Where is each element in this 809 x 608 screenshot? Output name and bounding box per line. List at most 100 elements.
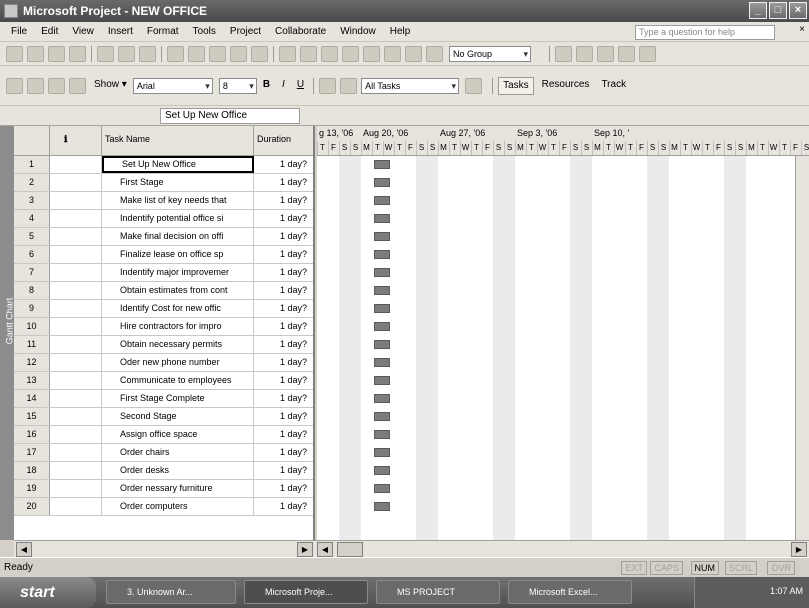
task-name-cell[interactable]: Identify Cost for new offic xyxy=(102,300,254,317)
bold-button[interactable]: B xyxy=(259,77,274,95)
row-id[interactable]: 9 xyxy=(14,300,50,317)
menu-view[interactable]: View xyxy=(72,26,94,37)
column-header-duration[interactable]: Duration xyxy=(254,126,313,156)
indent-icon[interactable] xyxy=(27,77,44,94)
undo-icon[interactable] xyxy=(251,45,268,62)
gantt-task-bar[interactable] xyxy=(374,178,390,187)
new-icon[interactable] xyxy=(6,45,23,62)
task-name-cell[interactable]: Make final decision on offi xyxy=(102,228,254,245)
zoom-out-icon[interactable] xyxy=(576,45,593,62)
task-name-cell[interactable]: First Stage Complete xyxy=(102,390,254,407)
gantt-task-bar[interactable] xyxy=(374,322,390,331)
taskbar-item-project[interactable]: Microsoft Proje... xyxy=(244,580,368,604)
scroll-right-icon[interactable]: ▶ xyxy=(297,542,313,557)
gantt-task-bar[interactable] xyxy=(374,430,390,439)
duration-cell[interactable]: 1 day? xyxy=(254,444,313,461)
underline-button[interactable]: U xyxy=(293,77,308,95)
indicator-column-icon[interactable]: ℹ xyxy=(50,126,102,156)
row-id[interactable]: 17 xyxy=(14,444,50,461)
table-row[interactable]: 15 Second Stage 1 day? xyxy=(14,408,313,426)
task-name-cell[interactable]: Assign office space xyxy=(102,426,254,443)
duration-cell[interactable]: 1 day? xyxy=(254,426,313,443)
paste-icon[interactable] xyxy=(209,45,226,62)
duration-cell[interactable]: 1 day? xyxy=(254,246,313,263)
row-id[interactable]: 19 xyxy=(14,480,50,497)
assign-resources-icon[interactable] xyxy=(405,45,422,62)
gantt-task-bar[interactable] xyxy=(374,448,390,457)
goto-task-icon[interactable] xyxy=(597,45,614,62)
notes-icon[interactable] xyxy=(384,45,401,62)
taskbar-item-unknown[interactable]: 3. Unknown Ar... xyxy=(106,580,236,604)
gantt-task-bar[interactable] xyxy=(374,394,390,403)
horizontal-scrollbar[interactable]: ◀ ▶ ◀ ▶ xyxy=(14,540,809,557)
row-id[interactable]: 4 xyxy=(14,210,50,227)
table-row[interactable]: 1 Set Up New Office 1 day? xyxy=(14,156,313,174)
cut-icon[interactable] xyxy=(167,45,184,62)
gantt-task-bar[interactable] xyxy=(374,232,390,241)
vertical-scrollbar[interactable] xyxy=(795,156,809,540)
row-id[interactable]: 20 xyxy=(14,498,50,515)
italic-button[interactable]: I xyxy=(278,77,289,95)
gantt-task-bar[interactable] xyxy=(374,376,390,385)
task-name-cell[interactable]: Communicate to employees xyxy=(102,372,254,389)
gantt-task-bar[interactable] xyxy=(374,358,390,367)
scroll-left-icon[interactable]: ◀ xyxy=(16,542,32,557)
search-icon[interactable] xyxy=(69,45,86,62)
task-name-cell[interactable]: Oder new phone number xyxy=(102,354,254,371)
row-id[interactable]: 16 xyxy=(14,426,50,443)
print-icon[interactable] xyxy=(97,45,114,62)
menu-project[interactable]: Project xyxy=(230,26,261,37)
table-row[interactable]: 10 Hire contractors for impro 1 day? xyxy=(14,318,313,336)
row-id[interactable]: 1 xyxy=(14,156,50,173)
gantt-task-bar[interactable] xyxy=(374,340,390,349)
track-button[interactable]: Track xyxy=(597,77,630,95)
print-preview-icon[interactable] xyxy=(118,45,135,62)
duration-cell[interactable]: 1 day? xyxy=(254,498,313,515)
table-row[interactable]: 9 Identify Cost for new offic 1 day? xyxy=(14,300,313,318)
table-row[interactable]: 5 Make final decision on offi 1 day? xyxy=(14,228,313,246)
hyperlink-icon[interactable] xyxy=(279,45,296,62)
filter-select[interactable]: All Tasks xyxy=(361,77,460,94)
row-id[interactable]: 15 xyxy=(14,408,50,425)
task-name-cell[interactable]: Obtain necessary permits xyxy=(102,336,254,353)
copy-icon[interactable] xyxy=(188,45,205,62)
link-tasks-icon[interactable] xyxy=(300,45,317,62)
menu-tools[interactable]: Tools xyxy=(193,26,216,37)
duration-cell[interactable]: 1 day? xyxy=(254,390,313,407)
publish-icon[interactable] xyxy=(426,45,443,62)
row-id[interactable]: 13 xyxy=(14,372,50,389)
duration-cell[interactable]: 1 day? xyxy=(254,228,313,245)
task-name-cell[interactable]: Indentify potential office si xyxy=(102,210,254,227)
task-name-cell[interactable]: Order desks xyxy=(102,462,254,479)
table-row[interactable]: 20 Order computers 1 day? xyxy=(14,498,313,516)
table-row[interactable]: 12 Oder new phone number 1 day? xyxy=(14,354,313,372)
duration-cell[interactable]: 1 day? xyxy=(254,372,313,389)
task-name-cell[interactable]: Make list of key needs that xyxy=(102,192,254,209)
align-left-icon[interactable] xyxy=(319,77,337,94)
gantt-task-bar[interactable] xyxy=(374,412,390,421)
column-header-id[interactable] xyxy=(14,126,50,156)
task-name-cell[interactable]: Hire contractors for impro xyxy=(102,318,254,335)
row-id[interactable]: 18 xyxy=(14,462,50,479)
group-select[interactable]: No Group xyxy=(449,45,531,62)
task-name-cell[interactable]: First Stage xyxy=(102,174,254,191)
chart-scroll-left-icon[interactable]: ◀ xyxy=(317,542,333,557)
duration-cell[interactable]: 1 day? xyxy=(254,192,313,209)
task-name-cell[interactable]: Set Up New Office xyxy=(102,156,254,173)
unlink-tasks-icon[interactable] xyxy=(321,45,338,62)
duration-cell[interactable]: 1 day? xyxy=(254,282,313,299)
gantt-task-bar[interactable] xyxy=(374,196,390,205)
task-name-cell[interactable]: Second Stage xyxy=(102,408,254,425)
duration-cell[interactable]: 1 day? xyxy=(254,480,313,497)
help-icon[interactable] xyxy=(639,45,656,62)
task-name-cell[interactable]: Order computers xyxy=(102,498,254,515)
spelling-icon[interactable] xyxy=(139,45,156,62)
task-info-icon[interactable] xyxy=(363,45,380,62)
zoom-in-icon[interactable] xyxy=(555,45,572,62)
gantt-task-bar[interactable] xyxy=(374,160,390,169)
table-row[interactable]: 13 Communicate to employees 1 day? xyxy=(14,372,313,390)
chart-scroll-right-icon[interactable]: ▶ xyxy=(791,542,807,557)
font-size-select[interactable]: 8 xyxy=(218,77,257,94)
gantt-task-bar[interactable] xyxy=(374,214,390,223)
maximize-button[interactable]: □ xyxy=(769,2,787,19)
